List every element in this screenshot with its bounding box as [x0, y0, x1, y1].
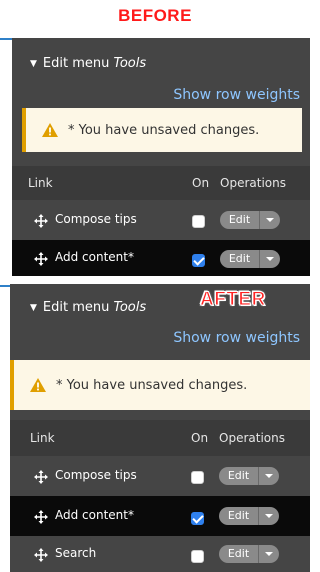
- move-handle-icon[interactable]: [34, 252, 48, 266]
- header-link: Link: [30, 431, 55, 445]
- unsaved-changes-warning: * You have unsaved changes.: [10, 360, 310, 410]
- row-label[interactable]: Compose tips: [55, 212, 137, 226]
- table-row: Search Edit: [10, 536, 310, 572]
- move-handle-icon[interactable]: [34, 214, 48, 228]
- table-header: Link On Operations: [10, 420, 310, 456]
- dropdown-caret-icon[interactable]: [260, 211, 280, 229]
- operations-group: Edit: [219, 507, 279, 525]
- warning-text: * You have unsaved changes.: [56, 377, 248, 393]
- header-on: On: [192, 176, 210, 190]
- move-handle-icon[interactable]: [34, 510, 48, 524]
- enabled-checkbox[interactable]: [191, 512, 204, 525]
- table-row: Add content* Edit: [12, 240, 310, 276]
- menu-title-prefix: Edit menu: [42, 300, 110, 315]
- enabled-checkbox[interactable]: [192, 215, 205, 228]
- header-operations: Operations: [220, 176, 286, 190]
- move-handle-icon[interactable]: [34, 548, 48, 562]
- before-panel: ▼ Edit menu Tools Show row weights * You …: [12, 38, 310, 276]
- after-label: AFTER: [200, 289, 266, 311]
- header-on: On: [191, 431, 209, 445]
- header-link: Link: [28, 176, 53, 190]
- move-handle-icon[interactable]: [34, 470, 48, 484]
- row-label[interactable]: Search: [55, 546, 96, 560]
- table-row: Compose tips Edit: [10, 456, 310, 496]
- edit-button[interactable]: Edit: [219, 467, 259, 485]
- operations-group: Edit: [219, 545, 279, 563]
- operations-group: Edit: [220, 211, 280, 229]
- show-row-weights-link[interactable]: Show row weights: [173, 330, 300, 346]
- menu-title-name: Tools: [113, 300, 147, 315]
- enabled-checkbox[interactable]: [191, 471, 204, 484]
- table-row: Compose tips Edit: [12, 200, 310, 240]
- warning-icon: [42, 123, 58, 137]
- header-operations: Operations: [219, 431, 285, 445]
- operations-group: Edit: [220, 250, 280, 268]
- operations-group: Edit: [219, 467, 279, 485]
- show-row-weights-link[interactable]: Show row weights: [173, 87, 300, 103]
- enabled-checkbox[interactable]: [192, 254, 205, 267]
- edit-button[interactable]: Edit: [220, 250, 260, 268]
- edit-button[interactable]: Edit: [219, 507, 259, 525]
- dropdown-caret-icon[interactable]: [259, 467, 279, 485]
- dropdown-caret-icon[interactable]: [260, 250, 280, 268]
- enabled-checkbox[interactable]: [191, 550, 204, 563]
- table-header: Link On Operations: [12, 166, 310, 200]
- menu-title-name: Tools: [113, 56, 147, 71]
- menu-title-prefix: Edit menu: [42, 56, 110, 71]
- dropdown-caret-icon[interactable]: [259, 507, 279, 525]
- menu-title[interactable]: ▼ Edit menu Tools: [30, 56, 146, 71]
- after-panel: ▼ Edit menu Tools Show row weights * You …: [10, 284, 310, 572]
- before-label: BEFORE: [118, 6, 192, 25]
- expand-triangle-icon: ▼: [30, 59, 37, 69]
- warning-text: * You have unsaved changes.: [68, 122, 260, 138]
- table-row: Add content* Edit: [10, 496, 310, 536]
- unsaved-changes-warning: * You have unsaved changes.: [22, 108, 302, 152]
- row-label[interactable]: Compose tips: [55, 468, 137, 482]
- row-label[interactable]: Add content*: [55, 508, 134, 522]
- expand-triangle-icon: ▼: [30, 303, 37, 313]
- edit-button[interactable]: Edit: [219, 545, 259, 563]
- row-label[interactable]: Add content*: [55, 250, 134, 264]
- warning-icon: [30, 378, 46, 392]
- edit-button[interactable]: Edit: [220, 211, 260, 229]
- menu-title[interactable]: ▼ Edit menu Tools: [30, 300, 146, 315]
- dropdown-caret-icon[interactable]: [259, 545, 279, 563]
